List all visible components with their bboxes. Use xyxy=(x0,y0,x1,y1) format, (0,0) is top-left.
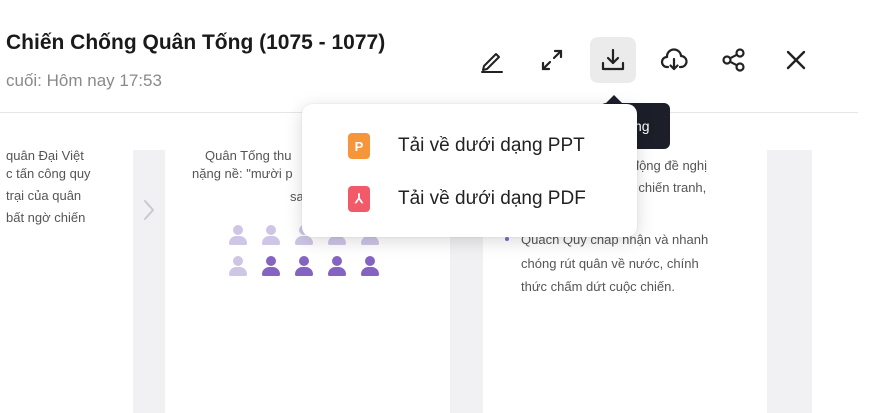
bullet-dot xyxy=(505,237,509,241)
person-icon xyxy=(261,225,281,247)
page-title: Chiến Chống Quân Tống (1075 - 1077) xyxy=(6,31,386,54)
slide-text-line: chóng rút quân về nước, chính xyxy=(521,256,699,271)
slide-left[interactable]: quân Đại Việt c tấn công quy trại của qu… xyxy=(0,148,133,413)
slide-text-line: bất ngờ chiến xyxy=(6,210,86,225)
download-pdf-option[interactable]: ⅄ Tải về dưới dạng PDF xyxy=(302,173,637,225)
pencil-icon xyxy=(481,53,503,73)
download-ppt-label: Tải về dưới dạng PPT xyxy=(398,135,585,156)
tooltip-arrow xyxy=(606,95,622,103)
share-button[interactable] xyxy=(711,37,757,83)
fullscreen-button[interactable] xyxy=(529,37,575,83)
person-icon xyxy=(228,225,248,247)
person-icon xyxy=(294,256,314,278)
edit-button[interactable] xyxy=(469,37,515,83)
ppt-file-icon: P xyxy=(348,133,370,159)
slide-gutter xyxy=(133,150,165,413)
close-icon xyxy=(786,50,806,70)
last-edited-label: cuối: Hôm nay 17:53 xyxy=(6,71,162,90)
download-ppt-option[interactable]: P Tải về dưới dạng PPT xyxy=(302,120,637,172)
person-icon xyxy=(261,256,281,278)
expand-icon xyxy=(541,49,563,71)
download-icon xyxy=(601,48,625,71)
chevron-right-icon[interactable] xyxy=(141,195,157,225)
person-icon xyxy=(360,256,380,278)
download-pdf-label: Tải về dưới dạng PDF xyxy=(398,188,586,209)
pdf-file-icon: ⅄ xyxy=(348,186,370,212)
person-icon xyxy=(228,256,248,278)
download-button[interactable] xyxy=(590,37,636,83)
share-icon xyxy=(722,48,745,72)
cloud-download-button[interactable] xyxy=(651,37,697,83)
slide-text-line: thức chấm dứt cuộc chiến. xyxy=(521,279,675,294)
person-icon xyxy=(327,256,347,278)
slide-gutter xyxy=(767,150,812,413)
cloud-download-icon xyxy=(660,48,688,71)
download-menu: P Tải về dưới dạng PPT ⅄ Tải về dưới dạn… xyxy=(302,104,637,237)
slide-text-line: c tấn công quy xyxy=(6,166,91,181)
close-button[interactable] xyxy=(773,37,819,83)
slide-text-line: nặng nề: "mười p xyxy=(192,166,293,181)
slide-text-line: trại của quân xyxy=(6,188,82,203)
